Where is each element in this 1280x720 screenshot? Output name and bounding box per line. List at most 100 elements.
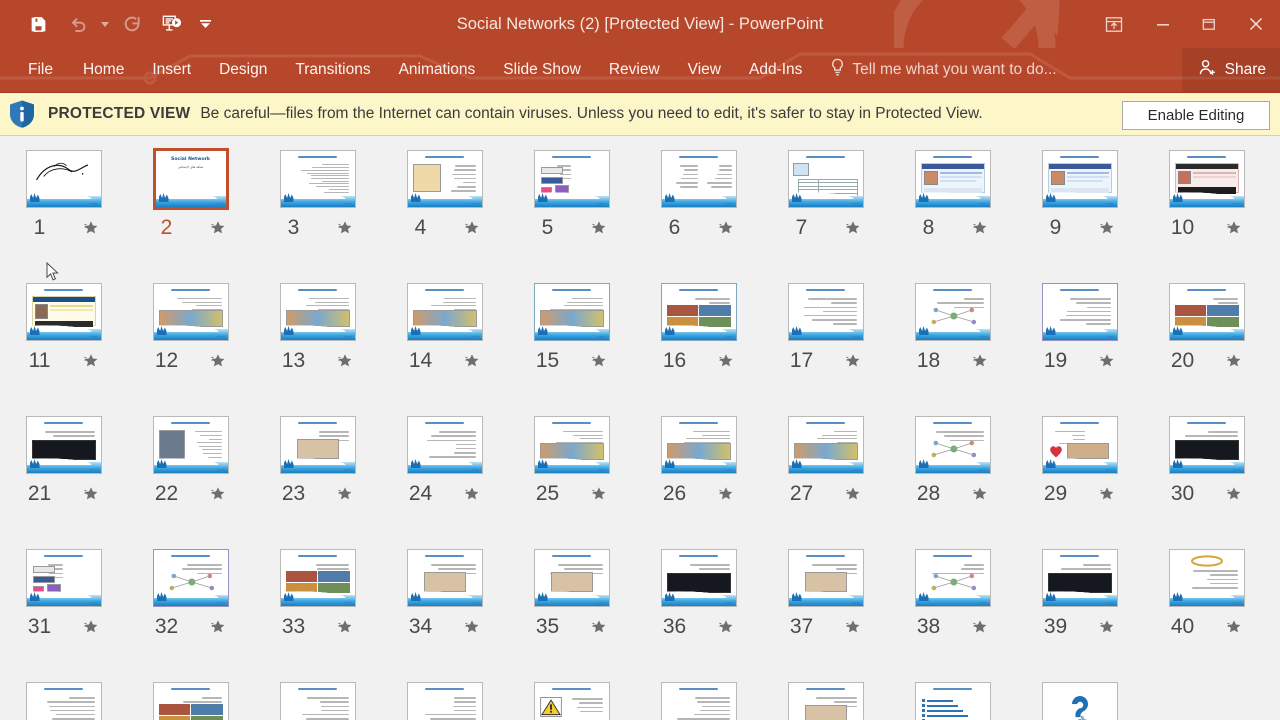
star-icon[interactable] [82,219,100,237]
slide-thumbnail-13[interactable] [280,283,356,341]
star-icon[interactable] [336,352,354,370]
star-icon[interactable] [463,485,481,503]
star-icon[interactable] [844,618,862,636]
star-icon[interactable] [717,618,735,636]
slide-thumbnail-5[interactable] [534,150,610,208]
slide-thumbnail-cell[interactable]: 11 [0,279,127,412]
slide-thumbnail-cell[interactable]: 26 [635,412,762,545]
slide-sorter-pane[interactable]: 1 Social Network شبکه های اجتماعی 2 3 4 … [0,136,1280,720]
slide-thumbnail-cell[interactable]: 24 [381,412,508,545]
slide-thumbnail-20[interactable] [1169,283,1245,341]
slide-thumbnail-30[interactable] [1169,416,1245,474]
star-icon[interactable] [717,485,735,503]
slide-thumbnail-cell[interactable]: 32 [127,545,254,678]
star-icon[interactable] [463,618,481,636]
share-button[interactable]: Share [1182,48,1280,92]
slide-thumbnail-18[interactable] [915,283,991,341]
enable-editing-button[interactable]: Enable Editing [1122,101,1270,130]
tab-design[interactable]: Design [205,48,281,92]
slide-thumbnail-25[interactable] [534,416,610,474]
star-icon[interactable] [463,219,481,237]
slide-thumbnail-cell[interactable]: 43 [254,678,381,720]
star-icon[interactable] [717,219,735,237]
tab-view[interactable]: View [674,48,735,92]
slide-thumbnail-cell[interactable]: 27 [762,412,889,545]
slide-thumbnail-31[interactable] [26,549,102,607]
slide-thumbnail-cell[interactable]: 8 [889,146,1016,279]
star-icon[interactable] [209,352,227,370]
slide-thumbnail-45[interactable] [534,682,610,720]
slide-thumbnail-41[interactable] [26,682,102,720]
slide-thumbnail-cell[interactable]: 39 [1016,545,1143,678]
slide-thumbnail-15[interactable] [534,283,610,341]
slide-thumbnail-29[interactable] [1042,416,1118,474]
star-icon[interactable] [971,485,989,503]
star-icon[interactable] [209,618,227,636]
slide-thumbnail-38[interactable] [915,549,991,607]
slide-thumbnail-47[interactable] [788,682,864,720]
slide-thumbnail-35[interactable] [534,549,610,607]
slide-thumbnail-cell[interactable]: 36 [635,545,762,678]
star-icon[interactable] [336,485,354,503]
slide-thumbnail-cell[interactable]: 12 [127,279,254,412]
slide-thumbnail-cell[interactable]: 35 [508,545,635,678]
slideshow-icon[interactable] [152,4,192,44]
slide-thumbnail-37[interactable] [788,549,864,607]
star-icon[interactable] [1225,219,1243,237]
star-icon[interactable] [844,352,862,370]
star-icon[interactable] [590,618,608,636]
tab-transitions[interactable]: Transitions [281,48,384,92]
slide-thumbnail-cell[interactable]: 7 [762,146,889,279]
tab-slide-show[interactable]: Slide Show [489,48,595,92]
slide-thumbnail-cell[interactable]: 18 [889,279,1016,412]
slide-thumbnail-6[interactable] [661,150,737,208]
slide-thumbnail-cell[interactable]: 9 [1016,146,1143,279]
slide-thumbnail-28[interactable] [915,416,991,474]
slide-thumbnail-cell[interactable]: 37 [762,545,889,678]
star-icon[interactable] [463,352,481,370]
slide-thumbnail-32[interactable] [153,549,229,607]
slide-thumbnail-23[interactable] [280,416,356,474]
slide-thumbnail-22[interactable] [153,416,229,474]
slide-thumbnail-33[interactable] [280,549,356,607]
star-icon[interactable] [1098,352,1116,370]
redo-icon[interactable] [112,4,152,44]
slide-thumbnail-cell[interactable]: 22 [127,412,254,545]
slide-thumbnail-14[interactable] [407,283,483,341]
slide-thumbnail-cell[interactable]: 5 [508,146,635,279]
slide-thumbnail-cell[interactable]: 25 [508,412,635,545]
slide-thumbnail-cell[interactable]: 3 [254,146,381,279]
slide-thumbnail-cell[interactable]: 15 [508,279,635,412]
slide-thumbnail-46[interactable] [661,682,737,720]
slide-thumbnail-17[interactable] [788,283,864,341]
slide-thumbnail-2[interactable]: Social Network شبکه های اجتماعی [153,148,229,210]
star-icon[interactable] [336,618,354,636]
slide-thumbnail-11[interactable] [26,283,102,341]
star-icon[interactable] [1225,618,1243,636]
slide-thumbnail-cell[interactable]: 31 [0,545,127,678]
star-icon[interactable] [844,219,862,237]
star-icon[interactable] [590,485,608,503]
slide-thumbnail-cell[interactable]: 45 [508,678,635,720]
slide-thumbnail-cell[interactable]: 21 [0,412,127,545]
star-icon[interactable] [336,219,354,237]
slide-thumbnail-49[interactable] [1042,682,1118,720]
tab-add-ins[interactable]: Add-Ins [735,48,816,92]
slide-thumbnail-1[interactable] [26,150,102,208]
tab-animations[interactable]: Animations [385,48,490,92]
save-icon[interactable] [18,4,58,44]
star-icon[interactable] [209,485,227,503]
slide-thumbnail-24[interactable] [407,416,483,474]
slide-thumbnail-cell[interactable]: 16 [635,279,762,412]
slide-thumbnail-40[interactable] [1169,549,1245,607]
tab-review[interactable]: Review [595,48,674,92]
star-icon[interactable] [1225,352,1243,370]
star-icon[interactable] [971,618,989,636]
star-icon[interactable] [82,352,100,370]
slide-thumbnail-36[interactable] [661,549,737,607]
minimize-icon[interactable] [1140,0,1186,48]
slide-thumbnail-44[interactable] [407,682,483,720]
customize-quick-access-toolbar-icon[interactable] [192,4,218,44]
slide-thumbnail-42[interactable] [153,682,229,720]
slide-thumbnail-43[interactable] [280,682,356,720]
